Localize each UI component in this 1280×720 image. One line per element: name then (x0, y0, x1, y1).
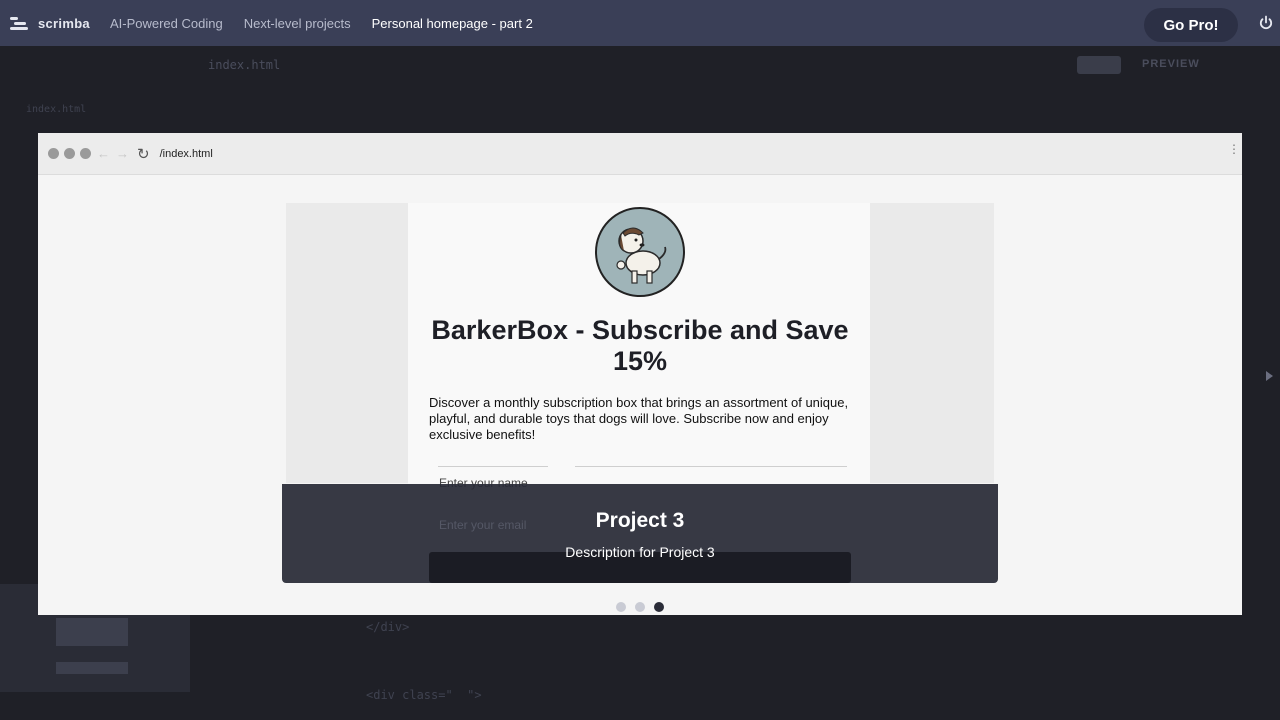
carousel-dot-2[interactable] (635, 602, 645, 612)
name-field-border (438, 466, 548, 467)
expand-panel-icon[interactable] (1266, 371, 1273, 381)
breadcrumb-course[interactable]: AI-Powered Coding (110, 16, 223, 31)
preview-tab[interactable]: PREVIEW (1142, 58, 1200, 70)
left-card-panel (286, 203, 412, 483)
carousel-dot-3[interactable] (654, 602, 664, 612)
project-title: Project 3 (595, 509, 685, 532)
url-text[interactable]: /index.html (160, 148, 213, 160)
scrimba-logo-icon (10, 14, 30, 32)
back-arrow-icon[interactable]: ← (97, 146, 110, 161)
carousel-pager (616, 602, 673, 612)
breadcrumb-lesson[interactable]: Personal homepage - part 2 (372, 16, 533, 31)
window-minimize-icon[interactable] (64, 148, 75, 159)
top-nav-bar: scrimba AI-Powered Coding Next-level pro… (0, 0, 1280, 46)
window-close-icon[interactable] (48, 148, 59, 159)
dog-avatar (595, 207, 685, 297)
breadcrumb-module[interactable]: Next-level projects (244, 16, 351, 31)
card-description: Discover a monthly subscription box that… (429, 395, 849, 442)
reload-icon[interactable]: ↻ (137, 145, 150, 163)
window-maximize-icon[interactable] (80, 148, 91, 159)
sidebar-file-item[interactable]: index.html (26, 104, 86, 115)
browser-url-bar: ← → ↻ /index.html ⋮ (38, 133, 1242, 175)
power-icon[interactable] (1258, 15, 1274, 31)
right-card-panel (868, 203, 994, 483)
forward-arrow-icon[interactable]: → (116, 146, 129, 161)
brand-name: scrimba (38, 15, 90, 31)
run-button[interactable] (1077, 56, 1121, 74)
go-pro-button[interactable]: Go Pro! (1144, 8, 1238, 42)
carousel-dot-1[interactable] (616, 602, 626, 612)
email-field-border (575, 466, 847, 467)
editor-file-tab[interactable]: index.html (208, 58, 280, 72)
card-headline: BarkerBox - Subscribe and Save 15% (431, 315, 849, 376)
scrimba-logo[interactable]: scrimba (10, 0, 110, 46)
project-caption-overlay[interactable]: Enter your email Project 3 Description f… (282, 484, 998, 583)
more-menu-icon[interactable]: ⋮ (1228, 143, 1240, 155)
code-line: </div> (366, 620, 410, 634)
project-description: Description for Project 3 (565, 544, 715, 560)
code-line: <div class=" "> (366, 688, 482, 702)
